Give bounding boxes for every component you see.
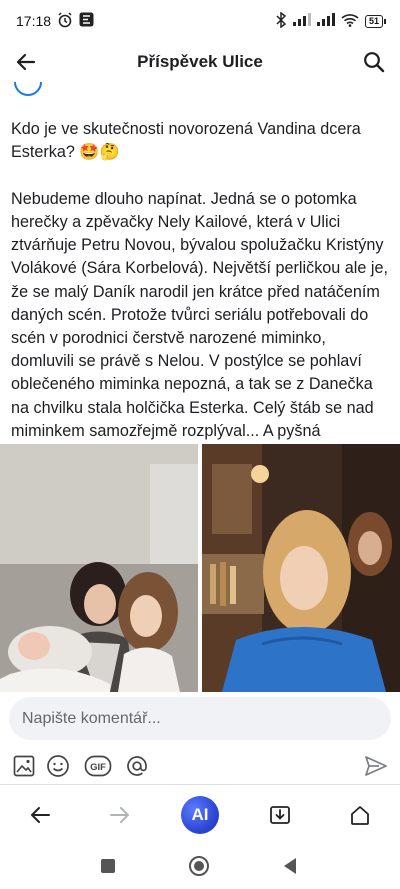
system-nav	[0, 844, 400, 889]
bluetooth-icon	[275, 11, 287, 31]
gif-label: GIF	[90, 762, 106, 773]
two-women-with-newborn-photo[interactable]	[0, 444, 198, 692]
post: Kdo je ve skutečnosti novorozená Vandina…	[0, 82, 400, 694]
home-icon[interactable]	[340, 795, 380, 835]
composer-toolbar: GIF	[0, 748, 400, 784]
photo-icon[interactable]	[10, 752, 38, 780]
ai-label: AI	[181, 796, 219, 834]
search-icon[interactable]	[358, 46, 390, 78]
forward-arrow-icon[interactable]	[100, 795, 140, 835]
comment-placeholder: Napište komentář...	[22, 709, 161, 727]
recents-icon[interactable]	[96, 854, 120, 878]
arrow-left-icon[interactable]	[10, 46, 42, 78]
battery-icon: 51	[364, 14, 386, 28]
gif-icon[interactable]: GIF	[83, 752, 113, 780]
blonde-woman-blue-sweater-photo[interactable]	[202, 444, 400, 692]
ai-assistant-icon[interactable]: AI	[180, 795, 220, 835]
comment-input[interactable]: Napište komentář...	[9, 697, 391, 740]
clock: 17:18	[16, 13, 52, 29]
back-triangle-icon[interactable]	[278, 854, 302, 878]
battery-level: 51	[364, 14, 383, 28]
mention-icon[interactable]	[123, 752, 151, 780]
bottom-nav: AI	[0, 784, 400, 844]
wifi-icon	[341, 13, 359, 30]
photo-grid	[0, 444, 400, 692]
post-body: Kdo je ve skutečnosti novorozená Vandina…	[11, 120, 388, 463]
status-bar: 17:18 51	[0, 0, 400, 42]
avatar[interactable]	[14, 82, 42, 96]
download-icon[interactable]	[260, 795, 300, 835]
app-notification-icon	[79, 12, 94, 30]
page-title: Příspěvek Ulice	[137, 52, 263, 71]
home-circle-icon[interactable]	[187, 854, 211, 878]
signal-icon	[292, 13, 311, 29]
emoji-icon[interactable]	[44, 752, 72, 780]
signal-icon	[316, 13, 335, 29]
send-icon[interactable]	[362, 752, 390, 780]
app-bar: Příspěvek Ulice	[0, 42, 400, 82]
alarm-icon	[57, 11, 73, 31]
back-arrow-icon[interactable]	[20, 795, 60, 835]
